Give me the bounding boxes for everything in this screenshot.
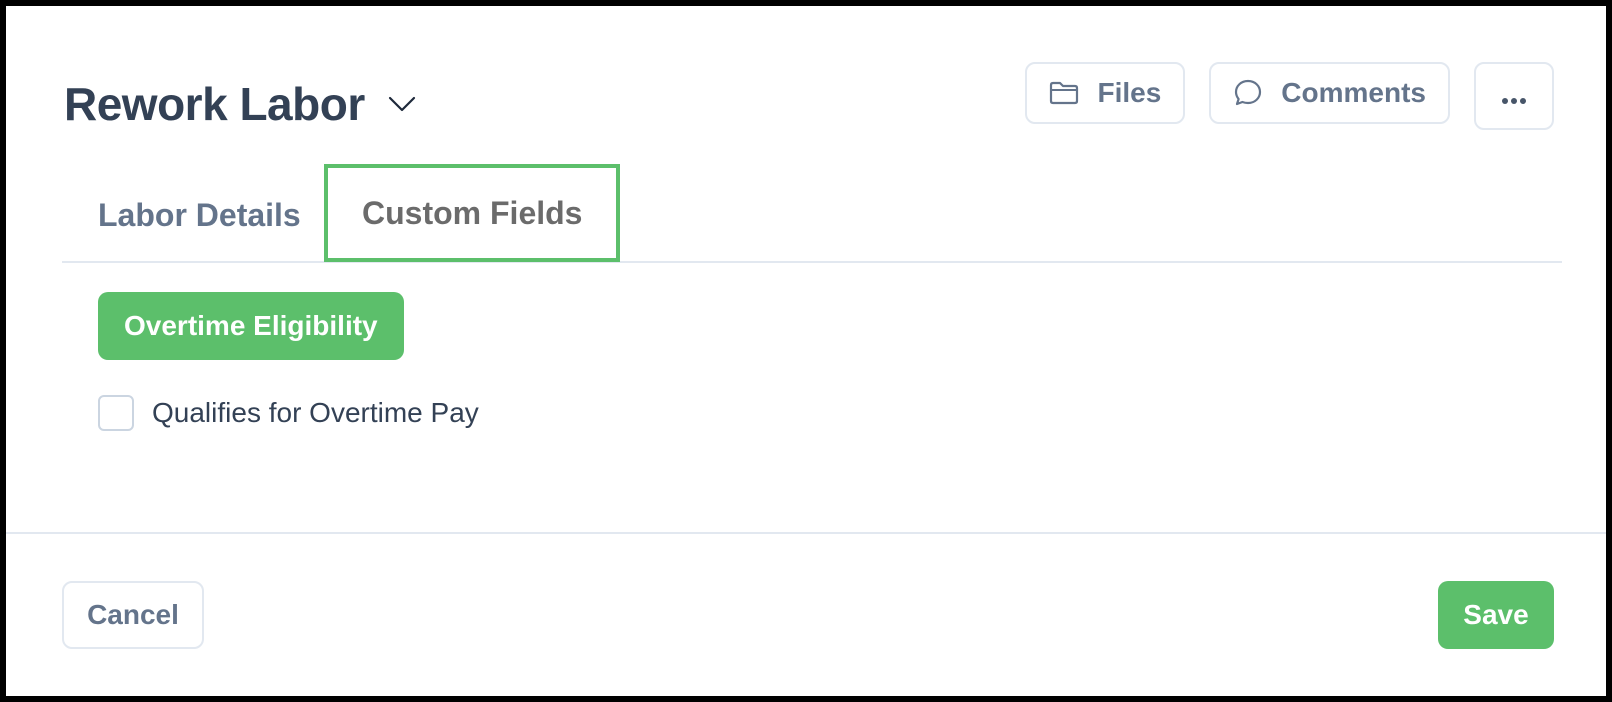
save-button[interactable]: Save xyxy=(1438,581,1554,649)
tab-custom-fields[interactable]: Custom Fields xyxy=(324,164,620,262)
page-title: Rework Labor xyxy=(64,78,365,130)
comments-button[interactable]: Comments xyxy=(1209,62,1450,124)
comments-button-label: Comments xyxy=(1281,77,1426,108)
cancel-button[interactable]: Cancel xyxy=(62,581,204,649)
tab-labor-details[interactable]: Labor Details xyxy=(62,170,301,260)
overtime-pay-checkbox[interactable] xyxy=(98,395,134,431)
more-options-button[interactable] xyxy=(1474,62,1554,130)
header-actions: Files Comments xyxy=(1025,62,1554,130)
folder-icon xyxy=(1049,78,1079,108)
overtime-pay-field: Qualifies for Overtime Pay xyxy=(98,392,479,434)
files-button-label: Files xyxy=(1097,77,1162,108)
speech-bubble-icon xyxy=(1233,78,1263,108)
dialog: Rework Labor Files Comments Labor Detail… xyxy=(6,6,1606,696)
overtime-pay-label[interactable]: Qualifies for Overtime Pay xyxy=(152,397,479,429)
files-button[interactable]: Files xyxy=(1025,62,1186,124)
chevron-down-icon[interactable] xyxy=(385,87,419,121)
ellipsis-icon xyxy=(1501,80,1527,112)
footer-divider xyxy=(6,532,1606,534)
section-header-overtime-eligibility: Overtime Eligibility xyxy=(98,292,404,360)
title-row: Rework Labor xyxy=(64,76,419,132)
tab-bar: Labor Details Custom Fields xyxy=(62,164,1562,263)
